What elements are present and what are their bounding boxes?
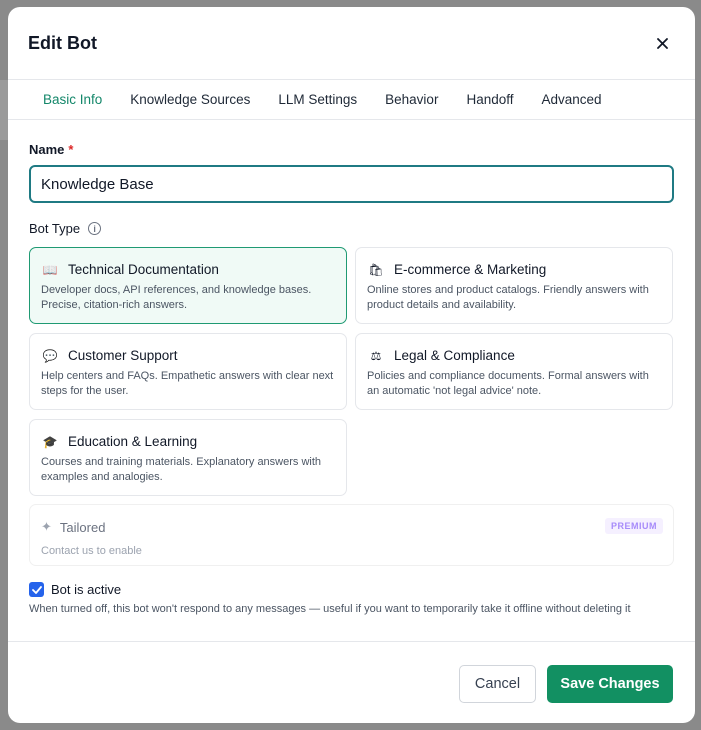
backdrop bbox=[0, 80, 8, 140]
save-changes-button[interactable]: Save Changes bbox=[547, 665, 673, 703]
bot-active-row: Bot is active bbox=[29, 582, 674, 597]
cancel-button[interactable]: Cancel bbox=[459, 665, 536, 703]
bot-type-label: Bot Type i bbox=[29, 221, 674, 236]
bot-active-help-text: When turned off, this bot won't respond … bbox=[29, 603, 631, 615]
bot-type-label-text: Bot Type bbox=[29, 221, 81, 236]
tailored-title: Tailored bbox=[59, 519, 106, 535]
tab-knowledge-sources[interactable]: Knowledge Sources bbox=[130, 92, 250, 107]
shopping-bag-icon: 🛍 bbox=[368, 262, 384, 277]
tab-behavior[interactable]: Behavior bbox=[385, 92, 438, 107]
bot-type-legal-compliance[interactable]: ⚖ Legal & Compliance Policies and compli… bbox=[355, 333, 673, 410]
card-title: Customer Support bbox=[68, 348, 178, 363]
checkmark-icon bbox=[31, 585, 42, 594]
tab-advanced[interactable]: Advanced bbox=[542, 92, 602, 107]
name-label: Name * bbox=[29, 142, 674, 157]
card-description: Courses and training materials. Explanat… bbox=[41, 456, 322, 483]
bot-type-tailored: ✦ Tailored Contact us to enable PREMIUM bbox=[29, 504, 674, 566]
scales-icon: ⚖ bbox=[370, 348, 382, 363]
card-description: Online stores and product catalogs. Frie… bbox=[367, 284, 649, 311]
card-title: Education & Learning bbox=[68, 434, 198, 449]
sparkle-icon: ✦ bbox=[41, 519, 52, 534]
card-description: Policies and compliance documents. Forma… bbox=[367, 370, 649, 397]
close-icon bbox=[656, 37, 668, 49]
tab-bar: Basic Info Knowledge Sources LLM Setting… bbox=[8, 80, 695, 120]
tailored-description: Contact us to enable bbox=[41, 545, 142, 557]
card-title: Technical Documentation bbox=[68, 262, 219, 277]
form-body: Name * Bot Type i 📖 Technical Documentat… bbox=[8, 120, 695, 615]
bot-active-checkbox[interactable] bbox=[29, 582, 44, 597]
name-label-text: Name bbox=[29, 142, 65, 157]
bot-type-options: 📖 Technical Documentation Developer docs… bbox=[29, 247, 674, 496]
modal-title: Edit Bot bbox=[28, 32, 97, 53]
tab-llm-settings[interactable]: LLM Settings bbox=[278, 92, 357, 107]
card-description: Help centers and FAQs. Empathetic answer… bbox=[41, 370, 334, 397]
premium-badge: PREMIUM bbox=[605, 518, 663, 534]
modal-footer: Cancel Save Changes bbox=[8, 641, 695, 723]
speech-bubble-icon: 💬 bbox=[42, 348, 58, 363]
bot-type-education-learning[interactable]: 🎓 Education & Learning Courses and train… bbox=[29, 419, 347, 496]
graduation-cap-icon: 🎓 bbox=[42, 434, 58, 449]
modal-header: Edit Bot bbox=[8, 7, 695, 80]
name-input[interactable] bbox=[29, 165, 674, 203]
info-icon[interactable]: i bbox=[88, 222, 102, 235]
bot-type-technical-documentation[interactable]: 📖 Technical Documentation Developer docs… bbox=[29, 247, 347, 324]
bot-type-ecommerce-marketing[interactable]: 🛍 E-commerce & Marketing Online stores a… bbox=[355, 247, 673, 324]
card-title: Legal & Compliance bbox=[394, 348, 515, 363]
close-button[interactable] bbox=[650, 31, 674, 55]
bot-active-label: Bot is active bbox=[51, 582, 122, 597]
tab-basic-info[interactable]: Basic Info bbox=[43, 92, 102, 107]
tab-handoff[interactable]: Handoff bbox=[466, 92, 513, 107]
edit-bot-modal: Edit Bot Basic Info Knowledge Sources LL… bbox=[8, 7, 695, 723]
card-title: E-commerce & Marketing bbox=[394, 262, 547, 277]
card-description: Developer docs, API references, and know… bbox=[41, 284, 312, 311]
required-mark: * bbox=[68, 142, 74, 157]
book-icon: 📖 bbox=[42, 262, 58, 277]
bot-type-customer-support[interactable]: 💬 Customer Support Help centers and FAQs… bbox=[29, 333, 347, 410]
